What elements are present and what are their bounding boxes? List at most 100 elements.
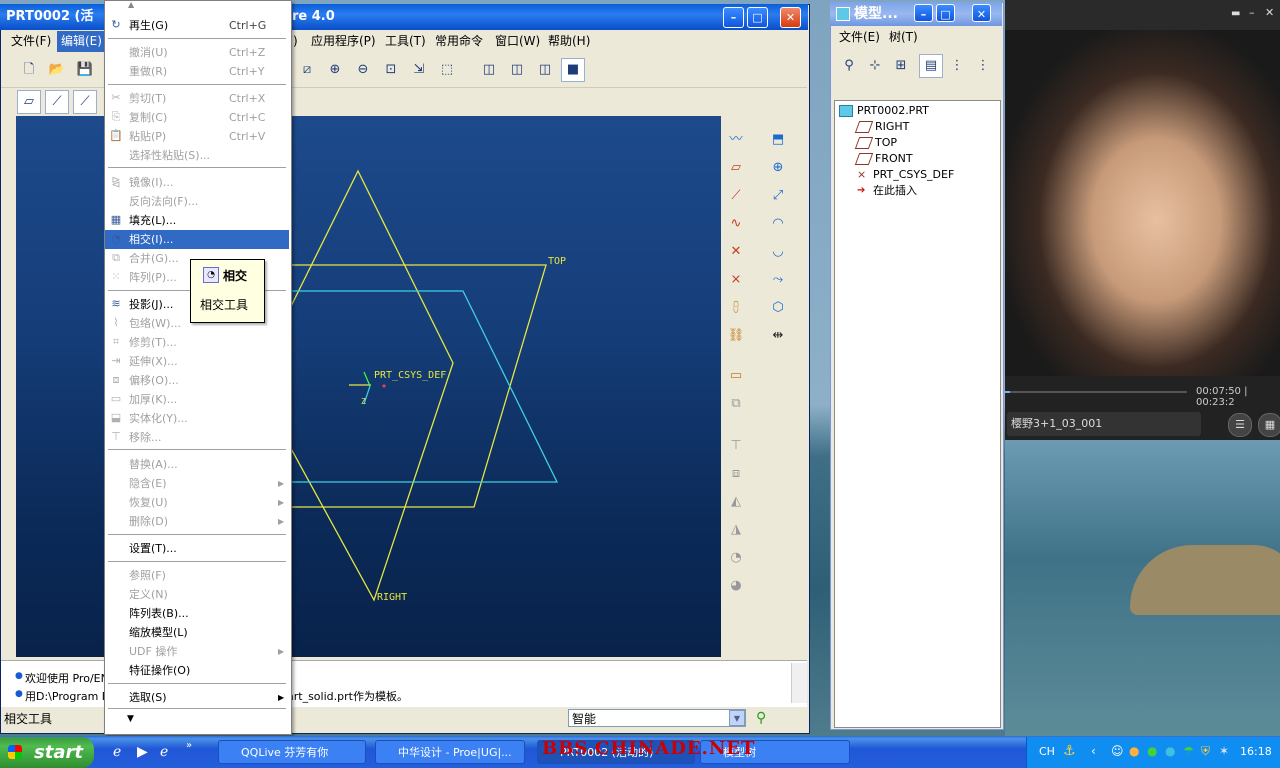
tray-star-icon[interactable]: ✶ <box>1219 744 1229 758</box>
sketch-tool-icon[interactable]: 〰 <box>724 128 748 152</box>
edit-menu-item[interactable]: ↻ 再生(G) Ctrl+G <box>105 16 289 35</box>
start-button[interactable]: start <box>0 737 94 768</box>
reorient-icon[interactable]: ⇲ <box>407 58 431 82</box>
edit-menu-item[interactable]: 恢复(U) ▶ <box>105 493 289 512</box>
datum-point-tool-icon[interactable]: ✕ <box>724 240 748 264</box>
menu-edit[interactable]: 编辑(E) <box>57 31 106 52</box>
chevron-down-icon[interactable]: ▼ <box>729 710 745 726</box>
video-minimize-icon[interactable]: – <box>1249 6 1255 19</box>
edit-menu-item[interactable]: 📋 粘贴(P) Ctrl+V <box>105 127 289 146</box>
edit-menu-item[interactable]: UDF 操作 ▶ <box>105 642 289 661</box>
datum-axis-tool-icon[interactable]: ⟋ <box>724 184 748 208</box>
task-qqlive[interactable]: QQLive 芬芳有你 <box>218 740 366 764</box>
tree-settings-icon[interactable]: ▤ <box>919 54 943 78</box>
edit-menu-item[interactable]: ⎘ 复制(C) Ctrl+C <box>105 108 289 127</box>
edit-menu-item[interactable]: 定义(N) <box>105 585 289 604</box>
tree-item-top[interactable]: TOP <box>854 135 897 151</box>
wireframe-icon[interactable]: ◫ <box>477 58 501 82</box>
thicken-tool-icon[interactable]: ◮ <box>724 518 748 542</box>
blend-tool-icon[interactable]: ◠ <box>766 212 790 236</box>
datum-plane-tool-icon[interactable]: ▱ <box>724 156 748 180</box>
edit-menu-item[interactable]: ⬓ 实体化(Y)... <box>105 409 289 428</box>
tree-item-csys[interactable]: ⨯ PRT_CSYS_DEF <box>857 167 954 183</box>
edit-menu-item[interactable]: 重做(R) Ctrl+Y <box>105 62 289 81</box>
message-scrollbar[interactable] <box>791 663 807 703</box>
zoom-out-icon[interactable]: ⊖ <box>351 58 375 82</box>
find-icon[interactable]: ⚲ <box>837 54 861 78</box>
mirror-tool-icon[interactable]: ▭ <box>724 364 748 388</box>
solidify-tool-icon[interactable]: ◔ <box>724 546 748 570</box>
maximize-icon[interactable]: □ <box>747 7 768 28</box>
edit-menu-item[interactable]: 缩放模型(L) <box>105 623 289 642</box>
menu-scroll-down-icon[interactable]: ▼ <box>127 714 134 724</box>
video-mode-icon[interactable]: ▦ <box>1258 413 1280 437</box>
extend-tool-icon[interactable]: ⧈ <box>724 462 748 486</box>
boundary-blend-icon[interactable]: ◡ <box>766 240 790 264</box>
tree-item-part[interactable]: PRT0002.PRT <box>839 103 929 119</box>
edit-menu-item[interactable]: 替换(A)... <box>105 455 289 474</box>
tree-expand-icon[interactable]: ⋮ <box>971 54 995 78</box>
new-file-icon[interactable]: 🗋 <box>17 58 41 82</box>
maximize-icon[interactable]: □ <box>936 4 955 22</box>
edit-menu-item[interactable]: ⊤ 移除... <box>105 428 289 447</box>
edit-menu-item[interactable]: 选取(S) ▶ <box>105 688 289 707</box>
tree-columns-icon[interactable]: ⋮ <box>945 54 969 78</box>
menu-applications[interactable]: 应用程序(P) <box>307 31 380 52</box>
video-menu-icon[interactable]: ▬ <box>1231 8 1240 19</box>
tree-filter-icon[interactable]: ⊞ <box>889 54 913 78</box>
tree-item-front[interactable]: FRONT <box>854 151 913 167</box>
open-file-icon[interactable]: 📂 <box>45 58 69 82</box>
video-progress-track[interactable] <box>1005 391 1187 393</box>
task-browser[interactable]: 中华设计 - Proe|UG|... <box>375 740 525 764</box>
edit-menu-item[interactable]: ⧈ 偏移(O)... <box>105 371 289 390</box>
edit-menu-item[interactable]: 隐含(E) ▶ <box>105 474 289 493</box>
show-icon[interactable]: ⊹ <box>863 54 887 78</box>
hidden-line-icon[interactable]: ◫ <box>505 58 529 82</box>
edit-menu-item[interactable]: ◔ 相交(I)... <box>105 230 289 249</box>
datum-curve-tool-icon[interactable]: ∿ <box>724 212 748 236</box>
minimize-icon[interactable]: – <box>723 7 744 28</box>
edit-menu-item[interactable]: 反向法向(F)... <box>105 192 289 211</box>
close-icon[interactable]: ✕ <box>780 7 801 28</box>
merge-tool-icon[interactable]: ⧉ <box>724 392 748 416</box>
edit-menu-item[interactable]: ⧎ 镜像(I)... <box>105 173 289 192</box>
extrude-tool-icon[interactable]: ⬒ <box>766 128 790 152</box>
tray-app-icon[interactable]: ● <box>1147 744 1157 758</box>
zoom-in-icon[interactable]: ⊕ <box>323 58 347 82</box>
edit-menu-item[interactable]: 删除(D) ▶ <box>105 512 289 531</box>
edit-menu-item[interactable]: 特征操作(O) <box>105 661 289 680</box>
remove-tool-icon[interactable]: ◕ <box>724 574 748 598</box>
edit-menu-item[interactable]: ▦ 填充(L)... <box>105 211 289 230</box>
trim-tool-icon[interactable]: ⊤ <box>724 434 748 458</box>
edit-menu-item[interactable]: ✂ 剪切(T) Ctrl+X <box>105 89 289 108</box>
close-icon[interactable]: ✕ <box>972 4 991 22</box>
minimize-icon[interactable]: – <box>914 4 933 22</box>
menu-help[interactable]: 帮助(H) <box>544 31 594 52</box>
save-icon[interactable]: 💾 <box>73 58 97 82</box>
tree-menu-tree[interactable]: 树(T) <box>885 27 922 48</box>
saved-views-icon[interactable]: ⬚ <box>435 58 459 82</box>
quicklaunch-more-icon[interactable]: » <box>186 740 192 751</box>
edit-menu-item[interactable]: ⌗ 修剪(T)... <box>105 333 289 352</box>
tray-app-icon[interactable]: ● <box>1129 744 1139 758</box>
ime-icon[interactable]: ⚓ <box>1063 743 1076 759</box>
edit-menu-item[interactable]: 撤消(U) Ctrl+Z <box>105 43 289 62</box>
menu-tools[interactable]: 工具(T) <box>381 31 430 52</box>
tree-item-insert-here[interactable]: ➔ 在此插入 <box>857 183 917 199</box>
no-hidden-icon[interactable]: ◫ <box>533 58 557 82</box>
datum-ref-icon[interactable]: ⛓ <box>724 324 748 348</box>
datum-point-display-icon[interactable]: ⟋ <box>73 90 97 114</box>
edit-menu-item[interactable]: ⇥ 延伸(X)... <box>105 352 289 371</box>
datum-display-icon[interactable]: ▱ <box>17 90 41 114</box>
ie-icon[interactable]: ℯ <box>113 744 121 760</box>
tree-item-right[interactable]: RIGHT <box>854 119 909 135</box>
measure-icon[interactable]: ⇹ <box>766 324 790 348</box>
refit-icon[interactable]: ⊡ <box>379 58 403 82</box>
media-player-icon[interactable]: ▶ <box>137 744 148 760</box>
network-icon[interactable]: ☂ <box>1183 744 1194 758</box>
video-close-icon[interactable]: ✕ <box>1265 6 1274 19</box>
analysis-feature-icon[interactable]: ⩉ <box>724 296 748 320</box>
browser-icon[interactable]: ℯ <box>160 744 168 760</box>
datum-axis-display-icon[interactable]: ⟋ <box>45 90 69 114</box>
playlist-icon[interactable]: ☰ <box>1228 413 1252 437</box>
